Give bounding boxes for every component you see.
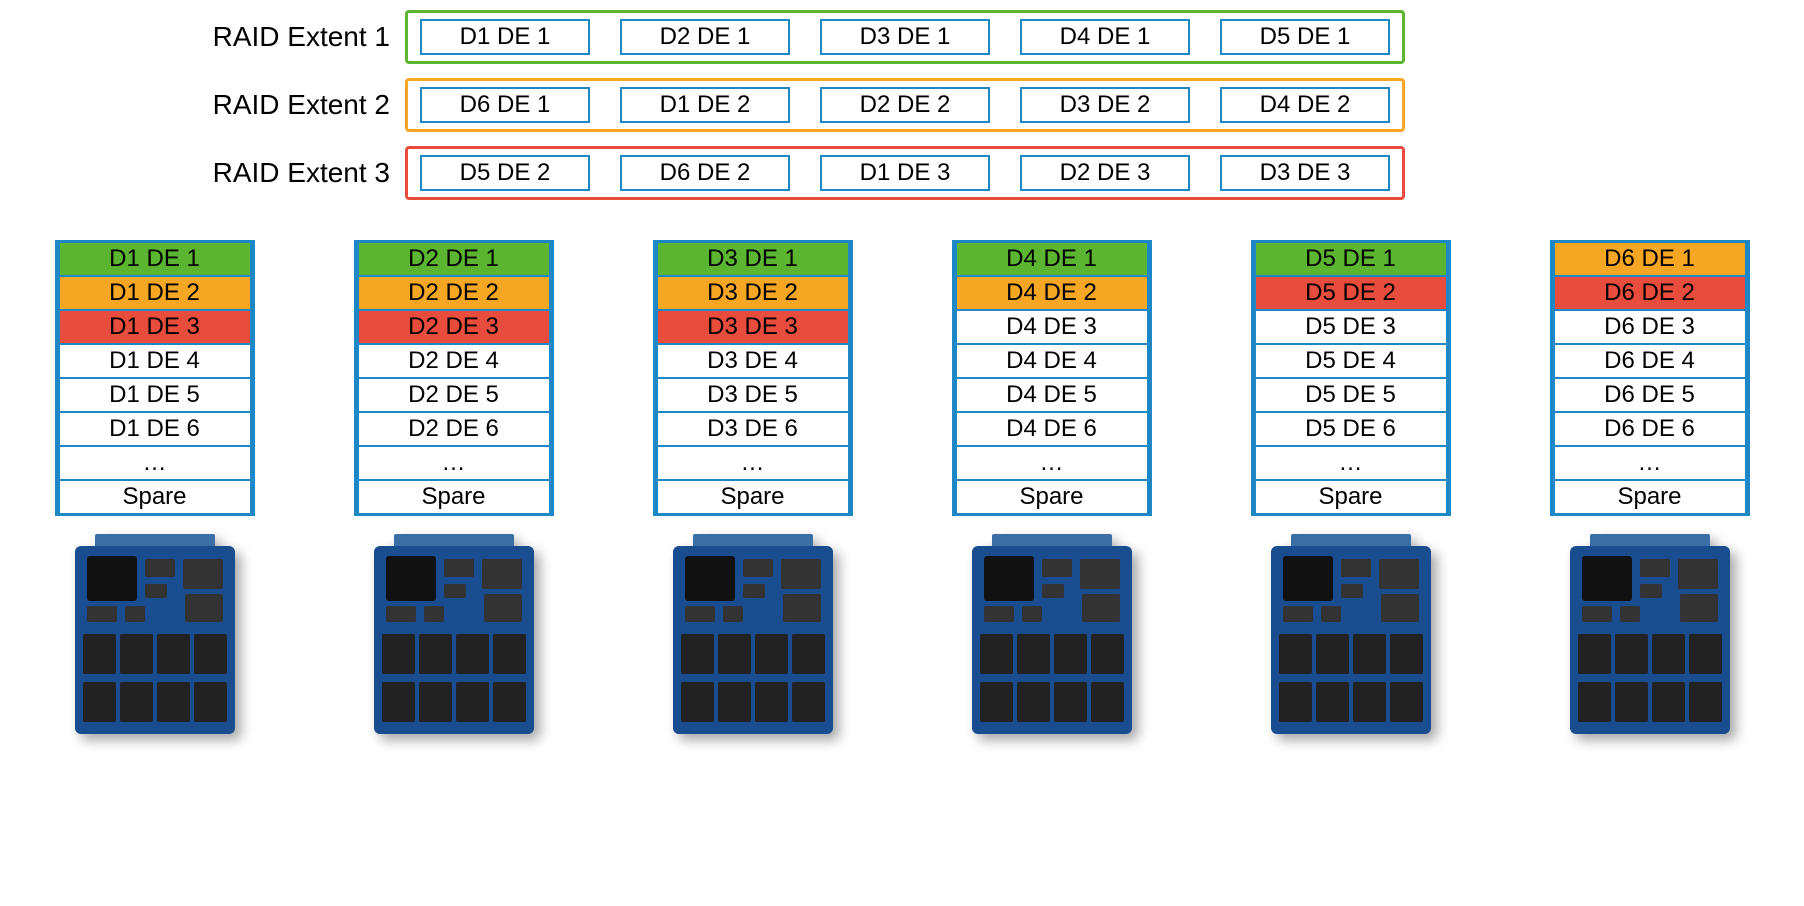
raid-extent-label: RAID Extent 2: [160, 89, 405, 121]
disk-slot: …: [58, 446, 252, 480]
disk-slot: D6 DE 4: [1553, 344, 1747, 378]
disk-slot: Spare: [1254, 480, 1448, 513]
disk-column-2: D2 DE 1D2 DE 2D2 DE 3D2 DE 4D2 DE 5D2 DE…: [319, 240, 588, 734]
disk-slot: D3 DE 5: [656, 378, 850, 412]
disk-slot: D4 DE 4: [955, 344, 1149, 378]
disk-slot: …: [955, 446, 1149, 480]
disk-slot: …: [656, 446, 850, 480]
disk-slot: D1 DE 3: [58, 310, 252, 344]
disk-slot: D4 DE 3: [955, 310, 1149, 344]
drive-extent-cell: D5 DE 2: [420, 155, 590, 191]
disk-slot: D1 DE 5: [58, 378, 252, 412]
disk-column-5: D5 DE 1D5 DE 2D5 DE 3D5 DE 4D5 DE 5D5 DE…: [1216, 240, 1485, 734]
drive-extent-cell: D3 DE 2: [1020, 87, 1190, 123]
disk-slot: D4 DE 5: [955, 378, 1149, 412]
disk-slot: D6 DE 5: [1553, 378, 1747, 412]
drive-extent-cell: D3 DE 1: [820, 19, 990, 55]
ssd-icon: [673, 534, 833, 734]
ssd-icon: [75, 534, 235, 734]
disk-slot: D4 DE 2: [955, 276, 1149, 310]
ssd-icon: [374, 534, 534, 734]
disk-slot-stack: D5 DE 1D5 DE 2D5 DE 3D5 DE 4D5 DE 5D5 DE…: [1251, 240, 1451, 516]
raid-extents-section: RAID Extent 1 D1 DE 1 D2 DE 1 D3 DE 1 D4…: [160, 10, 1794, 200]
disk-slot: Spare: [656, 480, 850, 513]
drive-extent-cell: D4 DE 1: [1020, 19, 1190, 55]
drive-extent-cell: D3 DE 3: [1220, 155, 1390, 191]
disk-column-4: D4 DE 1D4 DE 2D4 DE 3D4 DE 4D4 DE 5D4 DE…: [917, 240, 1186, 734]
disk-slot: D6 DE 1: [1553, 243, 1747, 276]
disk-slot: D5 DE 4: [1254, 344, 1448, 378]
raid-extent-row-2: RAID Extent 2 D6 DE 1 D1 DE 2 D2 DE 2 D3…: [160, 78, 1794, 132]
drive-extent-cell: D6 DE 1: [420, 87, 590, 123]
disk-column-6: D6 DE 1D6 DE 2D6 DE 3D6 DE 4D6 DE 5D6 DE…: [1515, 240, 1784, 734]
disk-slot: D1 DE 2: [58, 276, 252, 310]
disk-slot: D6 DE 6: [1553, 412, 1747, 446]
disk-slot: D1 DE 6: [58, 412, 252, 446]
ssd-icon: [972, 534, 1132, 734]
disk-slot: D2 DE 4: [357, 344, 551, 378]
disk-slot: D5 DE 5: [1254, 378, 1448, 412]
disk-slot: D3 DE 3: [656, 310, 850, 344]
ssd-icon: [1271, 534, 1431, 734]
disk-slot: D5 DE 2: [1254, 276, 1448, 310]
disk-slot: D5 DE 3: [1254, 310, 1448, 344]
disk-slot: D1 DE 1: [58, 243, 252, 276]
disk-slot: …: [1254, 446, 1448, 480]
disk-slot: D3 DE 6: [656, 412, 850, 446]
disks-row: D1 DE 1D1 DE 2D1 DE 3D1 DE 4D1 DE 5D1 DE…: [10, 240, 1794, 734]
disk-slot: D2 DE 6: [357, 412, 551, 446]
disk-slot: …: [1553, 446, 1747, 480]
disk-slot-stack: D2 DE 1D2 DE 2D2 DE 3D2 DE 4D2 DE 5D2 DE…: [354, 240, 554, 516]
drive-extent-cell: D5 DE 1: [1220, 19, 1390, 55]
ssd-icon: [1570, 534, 1730, 734]
disk-slot: D2 DE 2: [357, 276, 551, 310]
disk-slot: Spare: [955, 480, 1149, 513]
disk-slot: D3 DE 1: [656, 243, 850, 276]
raid-extent-box-2: D6 DE 1 D1 DE 2 D2 DE 2 D3 DE 2 D4 DE 2: [405, 78, 1405, 132]
disk-slot: D3 DE 4: [656, 344, 850, 378]
raid-extent-row-1: RAID Extent 1 D1 DE 1 D2 DE 1 D3 DE 1 D4…: [160, 10, 1794, 64]
disk-slot-stack: D1 DE 1D1 DE 2D1 DE 3D1 DE 4D1 DE 5D1 DE…: [55, 240, 255, 516]
drive-extent-cell: D1 DE 3: [820, 155, 990, 191]
disk-column-3: D3 DE 1D3 DE 2D3 DE 3D3 DE 4D3 DE 5D3 DE…: [618, 240, 887, 734]
drive-extent-cell: D2 DE 1: [620, 19, 790, 55]
raid-extent-label: RAID Extent 1: [160, 21, 405, 53]
raid-extent-row-3: RAID Extent 3 D5 DE 2 D6 DE 2 D1 DE 3 D2…: [160, 146, 1794, 200]
disk-slot-stack: D3 DE 1D3 DE 2D3 DE 3D3 DE 4D3 DE 5D3 DE…: [653, 240, 853, 516]
disk-slot: D5 DE 6: [1254, 412, 1448, 446]
disk-slot: D5 DE 1: [1254, 243, 1448, 276]
drive-extent-cell: D1 DE 2: [620, 87, 790, 123]
disk-slot: D3 DE 2: [656, 276, 850, 310]
drive-extent-cell: D4 DE 2: [1220, 87, 1390, 123]
raid-extent-box-3: D5 DE 2 D6 DE 2 D1 DE 3 D2 DE 3 D3 DE 3: [405, 146, 1405, 200]
drive-extent-cell: D2 DE 3: [1020, 155, 1190, 191]
disk-slot: D2 DE 1: [357, 243, 551, 276]
disk-slot: D4 DE 6: [955, 412, 1149, 446]
disk-column-1: D1 DE 1D1 DE 2D1 DE 3D1 DE 4D1 DE 5D1 DE…: [20, 240, 289, 734]
disk-slot-stack: D6 DE 1D6 DE 2D6 DE 3D6 DE 4D6 DE 5D6 DE…: [1550, 240, 1750, 516]
disk-slot: Spare: [1553, 480, 1747, 513]
disk-slot-stack: D4 DE 1D4 DE 2D4 DE 3D4 DE 4D4 DE 5D4 DE…: [952, 240, 1152, 516]
disk-slot: D2 DE 3: [357, 310, 551, 344]
drive-extent-cell: D2 DE 2: [820, 87, 990, 123]
disk-slot: D6 DE 2: [1553, 276, 1747, 310]
disk-slot: Spare: [58, 480, 252, 513]
disk-slot: D4 DE 1: [955, 243, 1149, 276]
disk-slot: D6 DE 3: [1553, 310, 1747, 344]
raid-extent-box-1: D1 DE 1 D2 DE 1 D3 DE 1 D4 DE 1 D5 DE 1: [405, 10, 1405, 64]
disk-slot: Spare: [357, 480, 551, 513]
raid-extent-label: RAID Extent 3: [160, 157, 405, 189]
disk-slot: …: [357, 446, 551, 480]
drive-extent-cell: D6 DE 2: [620, 155, 790, 191]
disk-slot: D2 DE 5: [357, 378, 551, 412]
disk-slot: D1 DE 4: [58, 344, 252, 378]
drive-extent-cell: D1 DE 1: [420, 19, 590, 55]
